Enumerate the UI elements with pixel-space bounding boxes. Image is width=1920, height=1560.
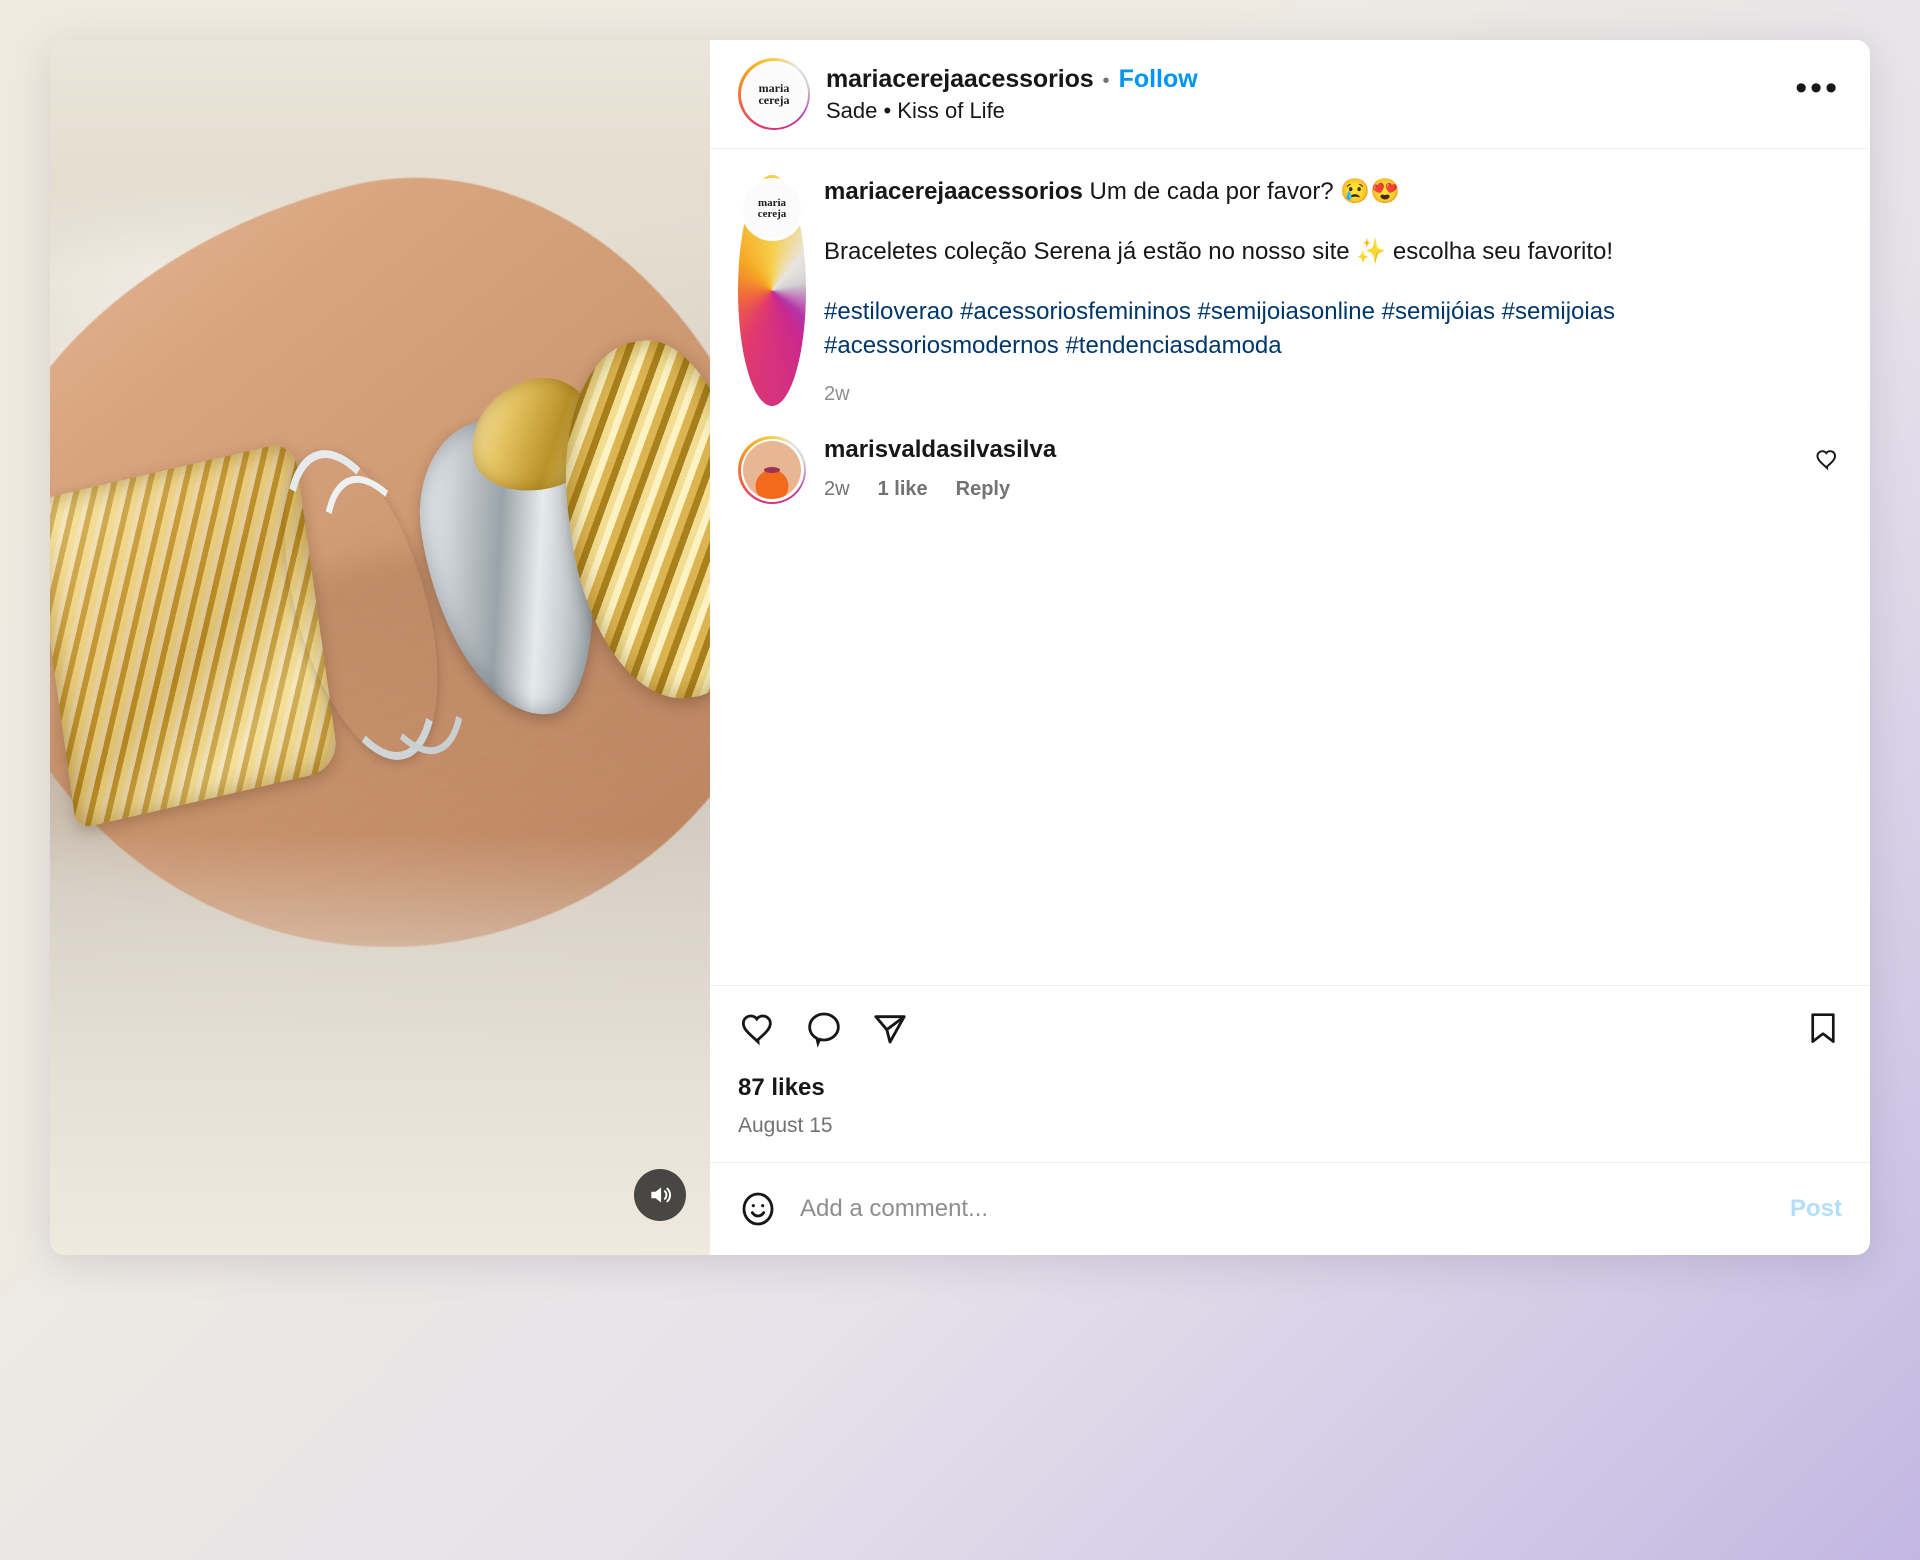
caption-paragraph: Braceletes coleção Serena já estão no no… [824,238,1613,266]
emoji-face-icon[interactable] [738,1189,778,1229]
likes-count[interactable]: 87 likes [738,1056,1842,1102]
comment-like-icon[interactable] [1814,436,1840,477]
add-comment-input[interactable] [800,1195,1768,1223]
caption-block: maria cereja mariacerejaacessorios Um de… [710,149,1870,414]
caption-first-line: mariacerejaacessorios Um de cada por fav… [824,175,1840,209]
more-options-icon[interactable]: ••• [1787,71,1848,116]
audio-track-label[interactable]: Sade • Kiss of Life [826,98,1771,124]
sound-on-icon[interactable] [634,1169,686,1221]
follow-button[interactable]: Follow [1119,65,1198,94]
header-text-block: mariacerejaacessorios • Follow Sade • Ki… [826,65,1771,124]
caption-username[interactable]: mariacerejaacessorios [824,178,1083,205]
caption-hashtags[interactable]: #estiloverao #acessoriosfemininos #semij… [824,295,1840,363]
commenter-username[interactable]: marisvaldasilvasilva [824,436,1796,464]
instagram-post-card: maria cereja mariacerejaacessorios • Fol… [50,40,1870,1255]
add-comment-bar: Post [710,1162,1870,1255]
backdrop-bottom [50,835,710,1255]
avatar-logo: maria cereja [743,180,801,238]
post-media[interactable] [50,40,710,1255]
post-side-panel: maria cereja mariacerejaacessorios • Fol… [710,40,1870,1255]
media-photo [50,40,710,1255]
comment-reply-button[interactable]: Reply [956,478,1010,501]
post-comment-button[interactable]: Post [1790,1195,1842,1223]
avatar-logo-line2: cereja [757,208,787,220]
heart-icon[interactable] [738,1008,778,1048]
post-date: August 15 [738,1114,833,1137]
comment-like-count[interactable]: 1 like [878,478,928,501]
header-username-row: mariacerejaacessorios • Follow [826,65,1771,94]
avatar-logo: maria cereja [743,63,805,125]
account-avatar[interactable]: maria cereja [738,58,810,130]
caption-avatar[interactable]: maria cereja [738,175,806,407]
caption-timestamp: 2w [824,383,850,406]
post-header: maria cereja mariacerejaacessorios • Fol… [710,40,1870,149]
caption-content: mariacerejaacessorios Um de cada por fav… [824,175,1840,406]
commenter-avatar[interactable] [738,436,806,505]
share-icon[interactable] [870,1008,910,1048]
post-author-username[interactable]: mariacerejaacessorios [826,65,1094,94]
separator-dot: • [1102,69,1110,92]
bookmark-icon[interactable] [1804,1009,1842,1047]
action-bar [738,986,1842,1056]
comment-icon[interactable] [804,1008,844,1048]
avatar [743,441,801,500]
caption-line1-text: Um de cada por favor? 😢😍 [1082,178,1401,205]
comment-content: marisvaldasilvasilva 2w 1 like Reply [824,436,1796,501]
post-actions-section: 87 likes August 15 [710,985,1870,1162]
avatar-logo-line2: cereja [758,93,790,107]
comment-timestamp: 2w [824,478,850,501]
comment-meta-row: 2w 1 like Reply [824,478,1796,501]
comments-scroll-area[interactable]: maria cereja mariacerejaacessorios Um de… [710,149,1870,985]
comment-item: marisvaldasilvasilva 2w 1 like Reply [710,414,1870,512]
